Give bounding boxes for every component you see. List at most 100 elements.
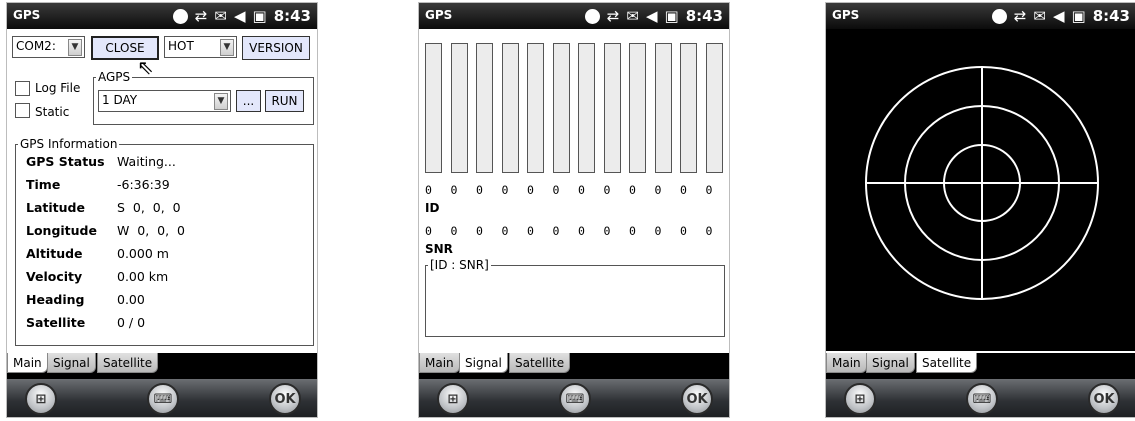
version-button[interactable]: VERSION	[242, 36, 310, 60]
soft-key-bar: ⊞ ⌨ OK	[826, 379, 1135, 417]
snr-value: 0	[527, 224, 534, 238]
tab-signal[interactable]: Signal	[866, 353, 915, 373]
clock[interactable]: 8:43	[1093, 6, 1130, 26]
connectivity-icon[interactable]: ⇄	[607, 6, 620, 26]
port-select[interactable]: COM2: ▼	[12, 36, 85, 58]
snr-value: 0	[476, 224, 483, 238]
static-checkbox[interactable]	[15, 103, 30, 118]
connectivity-icon[interactable]: ⇄	[195, 6, 208, 26]
windows-start-icon[interactable]: ⊞	[25, 383, 57, 415]
snr-value: 0	[629, 224, 636, 238]
status-dot-icon[interactable]	[991, 8, 1007, 24]
info-value: 0.00 km	[117, 269, 169, 284]
agps-period-select[interactable]: 1 DAY ▼	[98, 90, 231, 112]
version-button-label: VERSION	[249, 41, 303, 55]
tab-satellite[interactable]: Satellite	[97, 353, 159, 373]
windows-start-icon[interactable]: ⊞	[844, 383, 876, 415]
satellite-id: 0	[450, 183, 458, 197]
signal-bar	[680, 43, 697, 173]
gps-information-title: GPS Information	[18, 137, 120, 151]
tab-bar: Main Signal Satellite	[419, 353, 729, 379]
snr-value: 0	[425, 224, 432, 238]
port-select-value: COM2:	[16, 39, 56, 53]
info-label: Time	[26, 177, 61, 192]
battery-icon[interactable]: ▣	[1072, 6, 1086, 26]
info-label: Satellite	[26, 315, 86, 330]
signal-bar	[425, 43, 442, 173]
status-dot-icon[interactable]	[584, 8, 600, 24]
signal-bar	[629, 43, 646, 173]
status-dot-icon[interactable]	[172, 8, 188, 24]
message-icon[interactable]: ✉	[626, 6, 639, 26]
soft-key-bar: ⊞ ⌨ OK	[7, 379, 317, 417]
satellite-id: 0	[476, 183, 483, 197]
snr-value: 0	[501, 224, 509, 238]
id-snr-list-title: [ID : SNR]	[428, 258, 491, 272]
app-title: GPS	[13, 8, 41, 22]
tab-main[interactable]: Main	[826, 353, 867, 373]
run-button[interactable]: RUN	[265, 90, 304, 112]
ok-button[interactable]: OK	[269, 383, 301, 415]
info-value: S 0, 0, 0	[117, 200, 181, 215]
chevron-down-icon: ▼	[220, 39, 234, 56]
volume-icon[interactable]: ◀	[646, 6, 658, 26]
satellite-id: 0	[680, 183, 687, 197]
ok-button[interactable]: OK	[681, 383, 713, 415]
windows-start-icon[interactable]: ⊞	[437, 383, 469, 415]
log-file-checkbox[interactable]	[15, 81, 30, 96]
message-icon[interactable]: ✉	[1033, 6, 1046, 26]
snr-value: 0	[654, 224, 662, 238]
battery-icon[interactable]: ▣	[665, 6, 679, 26]
agps-group-title: AGPS	[96, 70, 133, 84]
message-icon[interactable]: ✉	[214, 6, 227, 26]
snr-value: 0	[680, 224, 687, 238]
tab-signal[interactable]: Signal	[459, 353, 508, 373]
screen-main: GPS ⇄ ✉ ◀ ▣ 8:43 COM2: ▼ CLOSE ⇖ HOT ▼ V…	[6, 2, 318, 418]
close-button-label: CLOSE	[105, 41, 145, 55]
tab-satellite[interactable]: Satellite	[916, 353, 978, 373]
signal-bar	[552, 43, 570, 173]
sky-plot-icon	[865, 66, 1099, 300]
title-bar: GPS ⇄ ✉ ◀ ▣ 8:43	[419, 3, 729, 29]
tab-satellite[interactable]: Satellite	[509, 353, 571, 373]
agps-period-value: 1 DAY	[102, 93, 138, 107]
info-value: 0.00	[117, 292, 145, 307]
static-label: Static	[35, 105, 70, 119]
info-value: 0 / 0	[117, 315, 146, 330]
satellite-id: 0	[629, 183, 636, 197]
satellite-id: 0	[654, 183, 662, 197]
keyboard-icon[interactable]: ⌨	[147, 383, 179, 415]
snr-value: 0	[603, 224, 611, 238]
info-value: W 0, 0, 0	[117, 223, 186, 238]
signal-bar	[501, 43, 519, 173]
info-label: Latitude	[26, 200, 85, 215]
tab-main[interactable]: Main	[419, 353, 460, 373]
clock[interactable]: 8:43	[274, 6, 311, 26]
satellite-id: 0	[705, 183, 713, 197]
browse-button[interactable]: ...	[236, 90, 261, 112]
connectivity-icon[interactable]: ⇄	[1014, 6, 1027, 26]
ok-button[interactable]: OK	[1088, 383, 1120, 415]
mouse-cursor-icon: ⇖	[137, 55, 154, 79]
title-bar: GPS ⇄ ✉ ◀ ▣ 8:43	[826, 3, 1135, 29]
volume-icon[interactable]: ◀	[1053, 6, 1065, 26]
keyboard-icon[interactable]: ⌨	[966, 383, 998, 415]
satellite-id: 0	[501, 183, 509, 197]
satellite-id: 0	[578, 183, 585, 197]
info-value: 0.000 m	[117, 246, 169, 261]
chevron-down-icon: ▼	[214, 93, 228, 110]
signal-bar	[527, 43, 544, 173]
info-label: Longitude	[26, 223, 97, 238]
volume-icon[interactable]: ◀	[234, 6, 246, 26]
keyboard-icon[interactable]: ⌨	[559, 383, 591, 415]
tab-main[interactable]: Main	[7, 353, 48, 373]
tab-bar: Main Signal Satellite	[826, 353, 1135, 379]
tab-signal[interactable]: Signal	[47, 353, 96, 373]
soft-key-bar: ⊞ ⌨ OK	[419, 379, 729, 417]
battery-icon[interactable]: ▣	[253, 6, 267, 26]
screen-signal: GPS ⇄ ✉ ◀ ▣ 8:43 0 0 0 0 0 0 0 0 0 0 0 0…	[418, 2, 730, 418]
satellite-id: 0	[527, 183, 534, 197]
start-mode-value: HOT	[168, 39, 194, 53]
start-mode-select[interactable]: HOT ▼	[164, 36, 237, 58]
clock[interactable]: 8:43	[686, 6, 723, 26]
